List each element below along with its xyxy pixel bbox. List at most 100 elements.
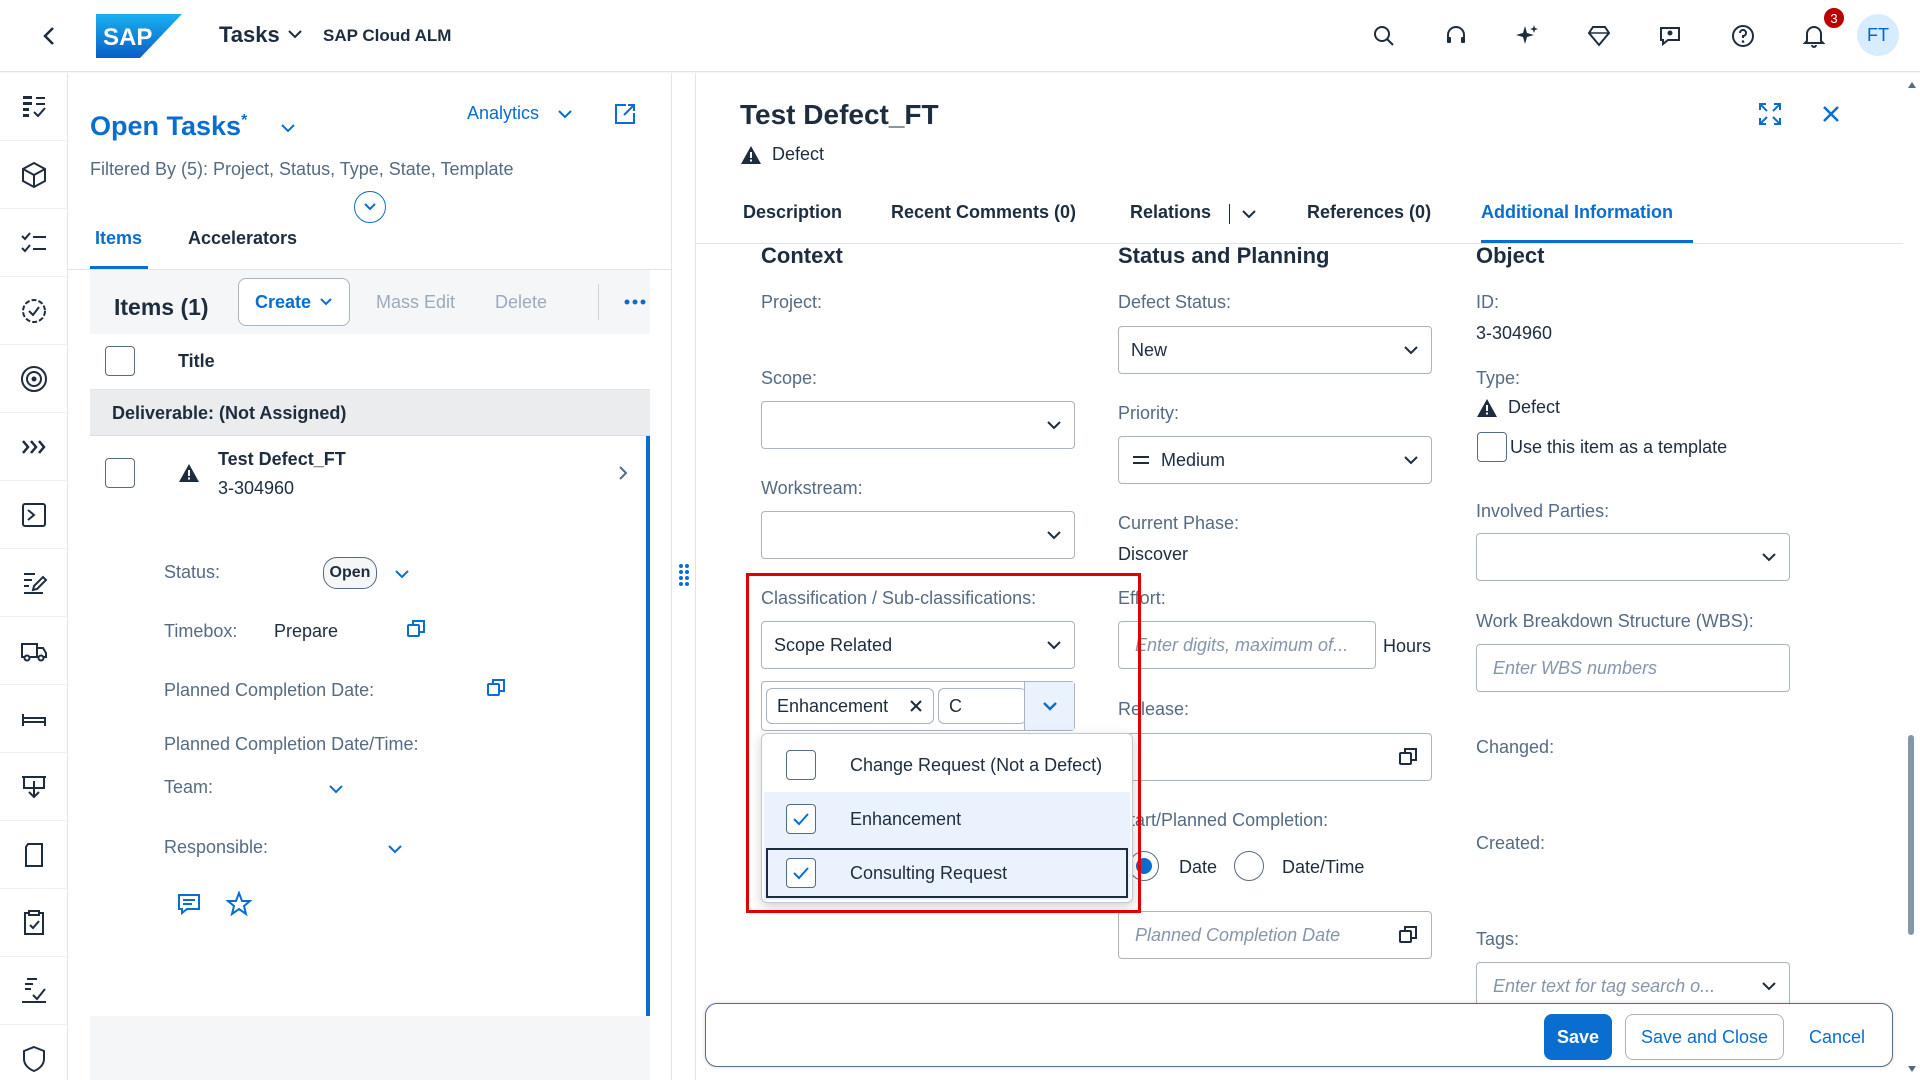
edit-icon[interactable] — [0, 549, 68, 617]
chevrons-right-icon[interactable] — [0, 413, 68, 481]
shield-check-icon[interactable] — [0, 1025, 68, 1080]
scroll-down-icon[interactable] — [1907, 1065, 1917, 1073]
star-icon[interactable] — [226, 891, 252, 917]
variant-title-text[interactable]: Open Tasks — [90, 111, 241, 141]
download-board-icon[interactable] — [0, 753, 68, 821]
more-icon[interactable] — [622, 292, 648, 312]
row-checkbox[interactable] — [105, 458, 135, 488]
warning-icon — [1477, 398, 1497, 417]
items-table: Items (1) Create Mass Edit Delete Title … — [90, 270, 650, 1080]
share-icon[interactable] — [612, 101, 638, 127]
save-button[interactable]: Save — [1544, 1014, 1612, 1060]
clipboard-check-icon[interactable] — [0, 889, 68, 957]
radio-datetime[interactable] — [1234, 851, 1264, 881]
overview-icon[interactable] — [0, 73, 68, 141]
chevron-down-icon[interactable] — [394, 568, 410, 580]
effort-input[interactable]: Enter digits, maximum of... — [1118, 621, 1376, 669]
chevron-down-icon[interactable] — [280, 122, 296, 134]
badge-check-icon[interactable] — [0, 277, 68, 345]
panel-splitter[interactable] — [671, 73, 696, 1080]
variant-dirty-marker: * — [241, 112, 248, 129]
chat-person-icon[interactable] — [1655, 20, 1687, 52]
scrollbar[interactable] — [1903, 73, 1920, 1080]
copy-icon[interactable] — [485, 677, 507, 699]
help-icon[interactable] — [1727, 20, 1759, 52]
tab-description[interactable]: Description — [743, 202, 842, 223]
scroll-thumb[interactable] — [1908, 735, 1914, 935]
planned-completion-input[interactable]: Planned Completion Date — [1118, 911, 1432, 959]
chevron-down-icon[interactable] — [328, 783, 344, 795]
search-icon[interactable] — [1368, 20, 1400, 52]
item-title[interactable]: Test Defect_FT — [218, 449, 346, 470]
defect-status-select[interactable]: New — [1118, 326, 1432, 374]
document-icon[interactable] — [0, 821, 68, 889]
comment-icon[interactable] — [176, 891, 202, 917]
table-row[interactable]: Test Defect_FT 3-304960 Status: Open Tim… — [90, 436, 650, 1016]
save-and-close-button[interactable]: Save and Close — [1625, 1014, 1784, 1060]
avatar[interactable]: FT — [1857, 14, 1899, 56]
grip-icon[interactable] — [678, 563, 690, 587]
created-label: Created: — [1476, 833, 1546, 853]
tab-relations[interactable]: Relations — [1130, 202, 1211, 223]
create-button[interactable]: Create — [238, 278, 350, 326]
timebox-value: Prepare — [274, 621, 339, 641]
scope-label: Scope: — [761, 368, 818, 388]
tab-items[interactable]: Items — [95, 228, 142, 249]
wbs-input[interactable]: Enter WBS numbers — [1476, 644, 1790, 692]
value-help-icon[interactable] — [1397, 746, 1419, 768]
chevron-down-icon — [1404, 346, 1418, 355]
analytics-button[interactable]: Analytics — [467, 103, 539, 124]
tab-references[interactable]: References (0) — [1307, 202, 1431, 223]
sap-logo[interactable]: SAP — [96, 14, 182, 58]
tab-recent-comments[interactable]: Recent Comments (0) — [891, 202, 1076, 223]
collapse-header-button[interactable] — [354, 191, 386, 223]
process-icon[interactable] — [0, 481, 68, 549]
project-label: Project: — [761, 292, 823, 312]
sparkle-icon[interactable] — [1511, 20, 1543, 52]
template-checkbox[interactable] — [1477, 432, 1507, 462]
chevron-right-icon[interactable] — [618, 465, 628, 481]
notification-badge: 3 — [1822, 6, 1846, 30]
scroll-up-icon[interactable] — [1907, 81, 1917, 89]
current-phase-label: Current Phase: — [1118, 513, 1240, 533]
box-icon[interactable] — [0, 141, 68, 209]
app-title[interactable]: Tasks — [219, 22, 280, 48]
truck-icon[interactable] — [0, 617, 68, 685]
chevron-down-icon[interactable] — [1241, 208, 1257, 220]
chevron-down-icon[interactable] — [557, 108, 573, 120]
target-icon[interactable] — [0, 345, 68, 413]
checklist-icon[interactable] — [0, 209, 68, 277]
approval-icon[interactable] — [0, 957, 68, 1025]
create-label: Create — [254, 291, 312, 312]
id-value: 3-304960 — [1476, 323, 1553, 343]
value-help-icon[interactable] — [1397, 924, 1419, 946]
group-header-row[interactable]: Deliverable: (Not Assigned) — [90, 390, 650, 436]
select-all-checkbox[interactable] — [105, 346, 135, 376]
cancel-button[interactable]: Cancel — [1792, 1014, 1882, 1060]
type-label: Type: — [1476, 368, 1521, 388]
toolbar-separator — [598, 284, 599, 320]
workstream-select[interactable] — [761, 511, 1075, 559]
release-input[interactable] — [1118, 733, 1432, 781]
status-badge: Open — [323, 557, 377, 589]
tab-additional-information[interactable]: Additional Information — [1481, 202, 1673, 223]
variant-title[interactable]: Open Tasks* — [90, 111, 247, 142]
involved-parties-select[interactable] — [1476, 533, 1790, 581]
scope-select[interactable] — [761, 401, 1075, 449]
copy-icon[interactable] — [405, 618, 427, 640]
team-label: Team: — [164, 777, 214, 797]
priority-select[interactable]: Medium — [1118, 436, 1432, 484]
template-label: Use this item as a template — [1510, 437, 1728, 457]
delete-button[interactable]: Delete — [495, 292, 547, 313]
chevron-down-icon[interactable] — [387, 843, 403, 855]
bed-icon[interactable] — [0, 685, 68, 753]
fullscreen-icon[interactable] — [1757, 101, 1783, 127]
tab-accelerators[interactable]: Accelerators — [188, 228, 297, 249]
chevron-down-icon[interactable] — [287, 28, 303, 40]
close-icon[interactable] — [1820, 103, 1842, 125]
diamond-icon[interactable] — [1583, 20, 1615, 52]
headset-icon[interactable] — [1440, 20, 1472, 52]
mass-edit-button[interactable]: Mass Edit — [376, 292, 455, 313]
back-icon[interactable] — [36, 24, 64, 48]
chevron-down-icon — [1762, 982, 1776, 991]
